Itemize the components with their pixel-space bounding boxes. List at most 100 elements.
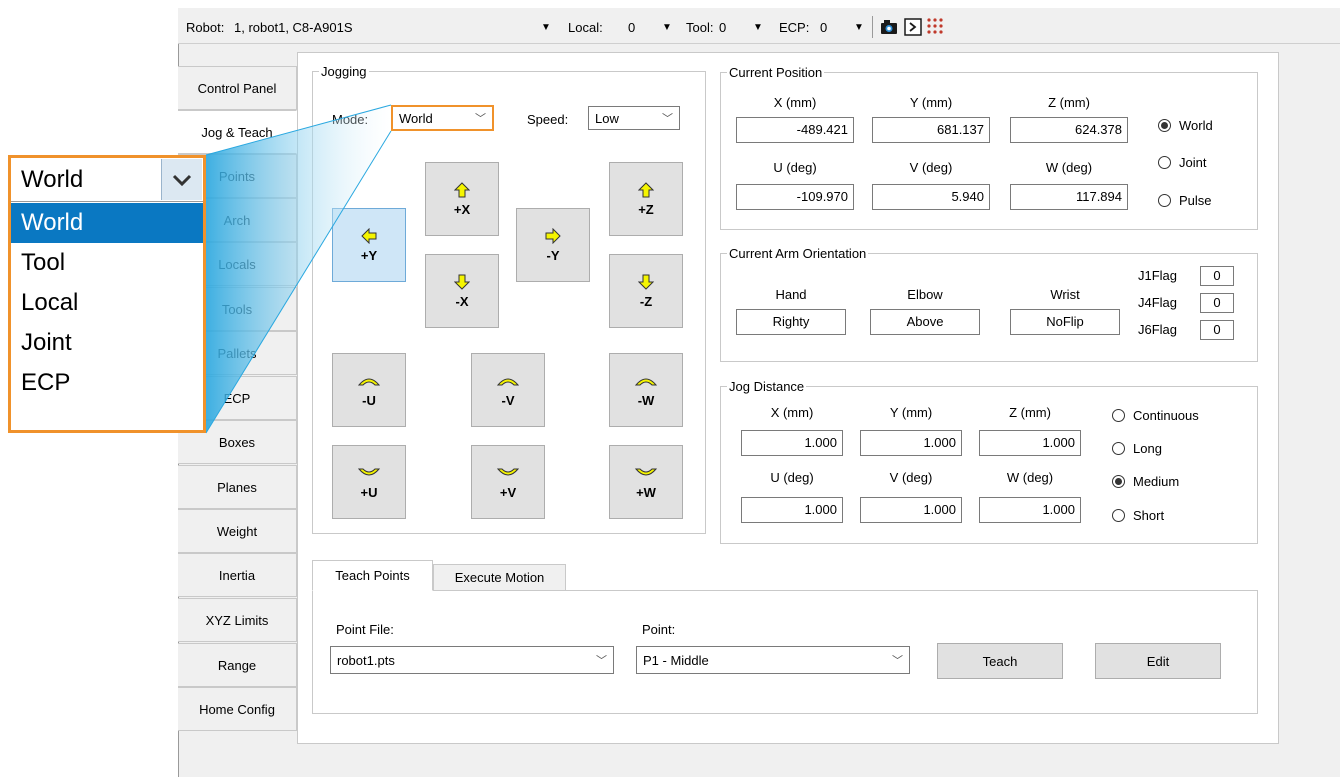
camera-icon[interactable] [880,18,898,36]
ecp-dropdown-arrow-icon[interactable]: ▼ [854,22,864,33]
radio-dot [1112,442,1125,455]
callout-option-tool[interactable]: Tool [11,243,203,283]
rotate-arrow-icon [496,468,520,475]
local-dropdown-arrow-icon[interactable]: ▼ [662,22,672,33]
mode-dropdown-callout: World World Tool Local Joint ECP [8,155,206,433]
tool-dropdown-arrow-icon[interactable]: ▼ [753,22,763,33]
current-position-header: X (mm) [773,95,817,110]
jog-minus-z-button[interactable]: -Z [609,254,683,328]
jog-plus-z-button[interactable]: +Z [609,162,683,236]
callout-combo[interactable]: World [11,158,203,202]
jog-minus-x-button[interactable]: -X [425,254,499,328]
point-file-label: Point File: [336,622,394,637]
tab-teach-points[interactable]: Teach Points [312,560,433,591]
jog-distance-mode-radio-medium[interactable]: Medium [1112,474,1179,489]
tab-label: Inertia [218,567,256,583]
current-position-header: Y (mm) [909,95,953,110]
joint-flag-label: J6Flag [1138,322,1178,337]
teach-button[interactable]: Teach [937,643,1063,679]
jog-distance-header: U (deg) [770,470,814,485]
jog-minus-y-button[interactable]: -Y [516,208,590,282]
jog-button-label: -Z [639,293,653,309]
callout-option-joint[interactable]: Joint [11,323,203,363]
rotate-arrow-icon [634,378,658,385]
tab-xyz-limits[interactable]: XYZ Limits [178,598,297,642]
terminal-icon[interactable] [904,18,922,36]
callout-dropdown-button[interactable] [161,159,202,200]
tab-execute-motion[interactable]: Execute Motion [433,564,566,591]
current-position-mode-radio-world[interactable]: World [1158,118,1213,133]
joint-flag-label: J1Flag [1138,268,1178,283]
rotate-arrow-icon [496,378,520,385]
tab-weight[interactable]: Weight [178,509,297,553]
robot-dropdown-arrow-icon[interactable]: ▼ [541,22,551,33]
tab-execute-motion-label: Execute Motion [454,570,545,585]
jog-minus-w-button[interactable]: -W [609,353,683,427]
current-position-mode-radio-pulse[interactable]: Pulse [1158,193,1212,208]
tab-label: Range [217,657,257,673]
tab-planes[interactable]: Planes [178,465,297,509]
jog-plus-u-button[interactable]: +U [332,445,406,519]
radio-label: Continuous [1133,408,1199,423]
callout-option-world[interactable]: World [11,203,203,243]
jog-plus-v-button[interactable]: +V [471,445,545,519]
radio-label: Long [1133,441,1162,456]
edit-button[interactable]: Edit [1095,643,1221,679]
jog-plus-x-button[interactable]: +X [425,162,499,236]
hand-label: Hand [775,287,807,302]
tool-select-value[interactable]: 0 [719,20,726,36]
jog-distance-mode-radio-long[interactable]: Long [1112,441,1162,456]
tab-label: Weight [216,523,258,539]
jog-distance-value[interactable]: 1.000 [741,497,843,523]
jog-distance-header: W (deg) [1006,470,1054,485]
jog-distance-value[interactable]: 1.000 [979,430,1081,456]
local-select-value[interactable]: 0 [628,20,635,36]
jog-plus-w-button[interactable]: +W [609,445,683,519]
jog-distance-value[interactable]: 1.000 [979,497,1081,523]
arm-orientation-title: Current Arm Orientation [729,246,867,261]
ecp-select-value[interactable]: 0 [820,20,827,36]
speed-select[interactable]: Low ﹀ [588,106,680,130]
rotate-arrow-icon [357,468,381,475]
radio-label: Short [1133,508,1165,523]
tab-label: Planes [217,479,257,495]
joint-flag-label: J4Flag [1138,295,1178,310]
hand-value: Righty [736,309,846,335]
chevron-down-icon: ﹀ [596,655,607,667]
tab-home-config[interactable]: Home Config [178,687,297,731]
toolbar-separator [872,16,873,38]
jog-distance-value[interactable]: 1.000 [860,430,962,456]
tab-inertia[interactable]: Inertia [178,553,297,597]
current-position-value: -109.970 [736,184,854,210]
callout-option-local[interactable]: Local [11,283,203,323]
jog-minus-v-button[interactable]: -V [471,353,545,427]
radio-label: Pulse [1179,193,1212,208]
chevron-down-icon [172,174,192,186]
tab-range[interactable]: Range [178,643,297,687]
wrist-label: Wrist [1050,287,1080,302]
jog-distance-value[interactable]: 1.000 [860,497,962,523]
arm-orientation-group: Current Arm Orientation [720,246,1258,362]
radio-dot [1158,156,1171,169]
jog-distance-header: Y (mm) [889,405,933,420]
tab-teach-points-label: Teach Points [335,568,410,583]
up-arrow-icon [454,181,470,197]
chevron-down-icon: ﹀ [892,655,903,667]
point-select[interactable]: P1 - Middle ﹀ [636,646,910,674]
local-label: Local: [568,20,603,35]
joint-flag-value: 0 [1200,293,1234,313]
jog-distance-value[interactable]: 1.000 [741,430,843,456]
radio-dot [1158,119,1171,132]
current-position-title: Current Position [729,65,823,80]
current-position-mode-radio-joint[interactable]: Joint [1158,155,1206,170]
point-file-select[interactable]: robot1.pts ﹀ [330,646,614,674]
right-arrow-icon [545,227,561,244]
callout-option-ecp[interactable]: ECP [11,363,203,403]
jog-distance-mode-radio-continuous[interactable]: Continuous [1112,408,1199,423]
jog-distance-mode-radio-short[interactable]: Short [1112,508,1164,523]
point-label: Point: [642,622,676,637]
jog-distance-header: Z (mm) [1009,405,1051,420]
current-position-header: U (deg) [773,160,817,175]
current-position-header: V (deg) [909,160,953,175]
io-grid-icon[interactable] [926,17,944,35]
